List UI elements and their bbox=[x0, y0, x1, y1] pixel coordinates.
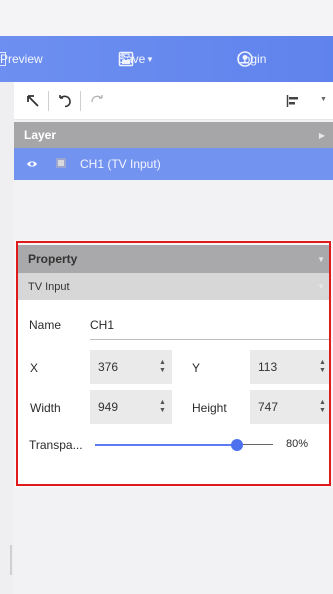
toolbar-divider bbox=[48, 91, 49, 111]
align-left-icon[interactable] bbox=[284, 92, 302, 110]
redo-icon[interactable] bbox=[88, 92, 106, 110]
chevron-right-icon: ▶ bbox=[318, 130, 325, 140]
spinner-icon[interactable]: ▲ ▼ bbox=[158, 359, 166, 375]
undo-icon[interactable] bbox=[56, 92, 74, 110]
left-edge-divider bbox=[10, 545, 12, 575]
width-stepper[interactable]: 949 ▲ ▼ bbox=[90, 390, 172, 424]
save-button[interactable]: Save ▼ bbox=[118, 36, 154, 82]
property-section-header[interactable]: TV Input ▼ bbox=[18, 273, 331, 300]
height-stepper[interactable]: 747 ▲ ▼ bbox=[250, 390, 331, 424]
transparency-value: 80% bbox=[286, 438, 309, 450]
chevron-down-icon: ▼ bbox=[317, 282, 325, 291]
layer-panel-header[interactable]: Layer ▶ bbox=[14, 122, 333, 148]
property-panel-header[interactable]: Property ▼ bbox=[18, 245, 331, 273]
width-value: 949 bbox=[98, 400, 119, 414]
name-label: Name bbox=[29, 318, 62, 332]
eye-icon[interactable] bbox=[26, 158, 38, 173]
transparency-label: Transpa... bbox=[29, 438, 83, 452]
save-label: Save bbox=[118, 52, 146, 66]
preview-button[interactable]: Preview bbox=[0, 36, 43, 82]
spinner-icon[interactable]: ▲ ▼ bbox=[158, 399, 166, 415]
name-field-underline bbox=[90, 339, 331, 340]
width-label: Width bbox=[30, 401, 61, 415]
name-field[interactable]: CH1 bbox=[90, 318, 114, 332]
chevron-down-icon[interactable]: ▼ bbox=[146, 55, 154, 64]
chevron-down-icon: ▼ bbox=[317, 254, 325, 264]
height-label: Height bbox=[192, 401, 227, 415]
x-stepper[interactable]: 376 ▲ ▼ bbox=[90, 350, 172, 384]
layer-item-label: CH1 (TV Input) bbox=[80, 157, 161, 171]
spinner-icon[interactable]: ▲ ▼ bbox=[318, 399, 326, 415]
preview-label: Preview bbox=[0, 52, 43, 66]
toolbar-divider bbox=[80, 91, 81, 111]
y-value: 113 bbox=[258, 360, 278, 374]
y-label: Y bbox=[192, 361, 201, 375]
layer-item[interactable]: CH1 (TV Input) bbox=[14, 148, 333, 180]
top-band bbox=[0, 0, 333, 36]
left-edge-strip bbox=[0, 82, 14, 594]
cursor-icon[interactable] bbox=[24, 92, 42, 110]
tv-input-chip-icon bbox=[56, 158, 66, 168]
login-button[interactable]: Login bbox=[237, 36, 266, 82]
transparency-slider-handle[interactable] bbox=[231, 439, 243, 451]
property-section-title: TV Input bbox=[28, 280, 70, 293]
transparency-slider-track[interactable] bbox=[95, 444, 237, 446]
header-toolbar: Preview Save ▼ Login bbox=[0, 36, 333, 82]
x-label: X bbox=[30, 361, 39, 375]
y-stepper[interactable]: 113 ▲ ▼ bbox=[250, 350, 331, 384]
edit-toolbar: ▼ bbox=[14, 82, 333, 120]
x-value: 376 bbox=[98, 360, 119, 374]
layer-panel-title: Layer bbox=[24, 128, 57, 142]
login-label: Login bbox=[237, 52, 267, 66]
spinner-icon[interactable]: ▲ ▼ bbox=[318, 359, 326, 375]
property-panel-title: Property bbox=[28, 252, 78, 266]
chevron-down-icon[interactable]: ▼ bbox=[320, 96, 327, 103]
height-value: 747 bbox=[258, 400, 279, 414]
